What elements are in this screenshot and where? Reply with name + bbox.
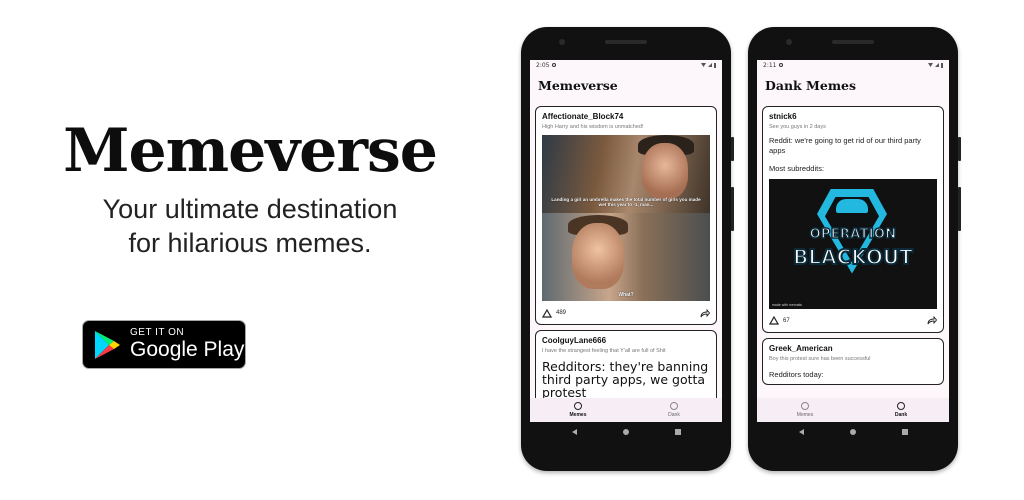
dank-icon (897, 402, 905, 410)
post-text: Redditors: they're banning third party a… (542, 360, 709, 398)
image-text-line2: BLACKOUT (792, 244, 914, 270)
post-author: CoolguyLane666 (542, 336, 607, 345)
hero-subtitle: Your ultimate destination for hilarious … (60, 193, 440, 261)
post-text: Reddit: we're going to get rid of our th… (769, 136, 921, 155)
hero-subtitle-line2: for hilarious memes. (128, 227, 372, 258)
home-icon[interactable] (622, 429, 629, 435)
vote-count: 67 (783, 317, 790, 324)
speaker-grille (832, 40, 874, 44)
meme-image[interactable]: Landing a girl an umbrella makes the tot… (542, 135, 710, 301)
phone-mockup-memeverse: 2:05 Memeverse Affectionate_Block74 High… (521, 27, 734, 471)
hero-section: Memeverse Your ultimate destination for … (60, 120, 440, 261)
speaker-grille (605, 40, 647, 44)
google-play-badge[interactable]: GET IT ON Google Play (82, 320, 246, 369)
post-title: High Harry and his wisdom is unmatched! (542, 124, 644, 130)
nav-item-memes[interactable]: Memes (530, 398, 626, 422)
ninja-icon (836, 198, 868, 213)
notification-icon (552, 63, 557, 67)
meme-figure (642, 143, 688, 199)
post-author: stnick6 (769, 112, 797, 121)
bottom-nav: Memes Dank (757, 398, 949, 422)
nav-item-dank[interactable]: Dank (853, 398, 949, 422)
badge-small-text: GET IT ON (130, 327, 185, 339)
post-text: Most subreddits: (769, 163, 825, 173)
post-author: Greek_American (769, 343, 833, 353)
meme-image[interactable]: OPERATION BLACKOUT made with mematic (769, 178, 937, 309)
power-button (958, 187, 961, 231)
nav-label: Memes (569, 412, 587, 418)
post-author: Affectionate_Block74 (542, 112, 624, 121)
nav-item-memes[interactable]: Memes (757, 398, 853, 422)
hero-subtitle-line1: Your ultimate destination (102, 194, 398, 224)
post-card[interactable]: CoolguyLane666 I have the strangest feel… (535, 330, 717, 404)
meme-caption-bottom: What? (618, 292, 634, 298)
app-title: Dank Memes (765, 78, 857, 93)
camera-icon (559, 39, 565, 45)
volume-button (731, 137, 734, 161)
wifi-icon (701, 63, 706, 67)
back-icon[interactable] (798, 429, 804, 435)
wifi-icon (928, 63, 933, 67)
nav-label: Dank (894, 412, 908, 418)
battery-icon (714, 62, 716, 68)
dank-icon (670, 402, 678, 410)
volume-button (958, 137, 961, 161)
meme-figure (572, 223, 624, 289)
system-nav-bar (530, 422, 722, 442)
meme-caption-top: Landing a girl an umbrella makes the tot… (551, 197, 701, 207)
badge-big-text: Google Play (130, 338, 245, 362)
post-card[interactable]: Greek_American Boy this protest sure has… (762, 337, 944, 385)
share-icon[interactable] (927, 316, 937, 325)
post-card[interactable]: stnick6 See you guys in 2 days Reddit: w… (762, 106, 944, 333)
memes-icon (574, 402, 582, 410)
camera-icon (786, 39, 792, 45)
google-play-icon (95, 330, 120, 359)
status-time: 2:05 (536, 61, 550, 69)
status-bar: 2:05 (530, 60, 722, 70)
phone-mockup-dank-memes: 2:11 Dank Memes stnick6 See you guys in … (748, 27, 961, 471)
vote-count: 489 (556, 310, 567, 316)
post-title: I have the strangest feeling that Y'all … (542, 348, 666, 354)
phone-screen: 2:11 Dank Memes stnick6 See you guys in … (757, 60, 949, 422)
phone-screen: 2:05 Memeverse Affectionate_Block74 High… (530, 60, 722, 422)
bottom-nav: Memes Dank (530, 398, 722, 422)
upvote-icon[interactable] (769, 316, 779, 325)
post-card[interactable]: Affectionate_Block74 High Harry and his … (535, 106, 717, 325)
signal-icon (935, 63, 939, 67)
nav-item-dank[interactable]: Dank (626, 398, 722, 422)
image-text-line1: OPERATION (809, 226, 897, 243)
post-actions: 67 (769, 315, 937, 327)
post-title: See you guys in 2 days (769, 124, 826, 130)
upvote-group: 489 (542, 308, 567, 318)
upvote-icon[interactable] (542, 308, 552, 318)
notification-icon (779, 63, 784, 67)
post-text: Redditors today: (769, 369, 824, 379)
battery-icon (941, 62, 943, 68)
image-credit: made with mematic (772, 302, 803, 307)
memes-icon (801, 402, 809, 410)
recents-icon[interactable] (901, 429, 908, 435)
signal-icon (708, 63, 712, 67)
power-button (731, 187, 734, 231)
status-bar: 2:11 (757, 60, 949, 70)
system-nav-bar (757, 422, 949, 442)
nav-label: Memes (796, 412, 814, 418)
home-icon[interactable] (849, 429, 856, 435)
post-actions: 489 (542, 307, 710, 319)
recents-icon[interactable] (674, 429, 681, 435)
back-icon[interactable] (571, 429, 577, 435)
app-title: Memeverse (538, 78, 618, 93)
share-icon[interactable] (700, 308, 710, 318)
nav-label: Dank (668, 412, 680, 418)
status-time: 2:11 (763, 61, 777, 69)
post-title: Boy this protest sure has been successfu… (769, 355, 871, 362)
google-play-text: GET IT ON Google Play (130, 327, 244, 361)
upvote-group: 67 (769, 316, 790, 325)
hero-title: Memeverse (63, 116, 438, 186)
